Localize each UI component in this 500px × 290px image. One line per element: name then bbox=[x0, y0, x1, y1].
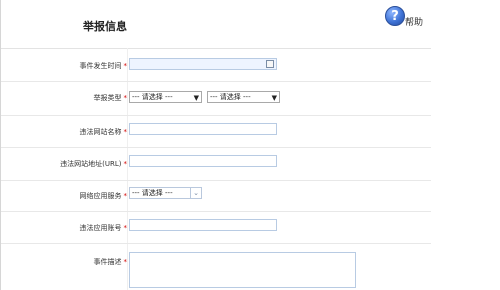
description-textarea[interactable] bbox=[129, 252, 356, 288]
site-name-label-text: 违法网站名称 bbox=[79, 128, 122, 136]
row-app-account: 违法应用账号 * bbox=[1, 211, 431, 244]
app-account-input[interactable] bbox=[129, 219, 277, 231]
dropdown-arrow-icon: ▼ bbox=[271, 94, 277, 102]
report-type-label: 举报类型 * bbox=[94, 93, 128, 103]
report-type-select-2[interactable]: --- 请选择 --- ▼ bbox=[207, 91, 280, 103]
required-asterisk: * bbox=[123, 192, 128, 200]
row-event-time: 事件发生时间 * bbox=[1, 48, 431, 82]
report-type-select-2-value: --- 请选择 --- bbox=[210, 93, 251, 101]
dropdown-arrow-icon: ▼ bbox=[193, 94, 199, 102]
report-type-select-1-value: --- 请选择 --- bbox=[132, 93, 173, 101]
help-circle-icon: ? bbox=[385, 6, 405, 26]
site-url-label-text: 违法网站地址(URL) bbox=[60, 160, 122, 168]
row-report-type: 举报类型 * --- 请选择 --- ▼ --- 请选择 --- ▼ bbox=[1, 81, 431, 116]
report-type-label-text: 举报类型 bbox=[93, 94, 122, 102]
required-asterisk: * bbox=[123, 258, 128, 266]
net-app-service-select[interactable]: --- 请选择 --- ⌄ bbox=[129, 187, 202, 199]
chevron-down-icon: ⌄ bbox=[190, 188, 201, 198]
required-asterisk: * bbox=[123, 62, 128, 70]
row-site-url: 违法网站地址(URL) * bbox=[1, 147, 431, 181]
event-time-label-text: 事件发生时间 bbox=[79, 62, 122, 70]
site-url-input[interactable] bbox=[129, 155, 277, 167]
calendar-icon[interactable] bbox=[266, 60, 274, 68]
app-account-label: 违法应用账号 * bbox=[80, 223, 128, 233]
app-account-label-text: 违法应用账号 bbox=[79, 224, 122, 232]
site-url-label: 违法网站地址(URL) * bbox=[60, 159, 127, 169]
site-name-input[interactable] bbox=[129, 123, 277, 135]
net-app-service-label-text: 网络应用服务 bbox=[79, 192, 122, 200]
row-site-name: 违法网站名称 * bbox=[1, 115, 431, 148]
required-asterisk: * bbox=[123, 128, 128, 136]
page-title: 举报信息 bbox=[83, 20, 127, 33]
header-row: 举报信息 ? 帮助 bbox=[1, 0, 431, 49]
row-net-app-service: 网络应用服务 * --- 请选择 --- ⌄ bbox=[1, 180, 431, 212]
net-app-service-label: 网络应用服务 * bbox=[80, 191, 128, 201]
event-time-label: 事件发生时间 * bbox=[80, 61, 128, 71]
report-info-panel: 举报信息 ? 帮助 事件发生时间 * 举报类型 * --- 请选择 --- ▼ --… bbox=[0, 0, 500, 290]
net-app-service-select-value: --- 请选择 --- bbox=[132, 189, 173, 197]
event-time-input[interactable] bbox=[129, 58, 277, 70]
description-label-text: 事件描述 bbox=[93, 258, 122, 266]
site-name-label: 违法网站名称 * bbox=[80, 127, 128, 137]
help-label: 帮助 bbox=[405, 18, 424, 28]
required-asterisk: * bbox=[123, 94, 128, 102]
required-asterisk: * bbox=[123, 160, 128, 168]
required-asterisk: * bbox=[123, 224, 128, 232]
help-button[interactable]: ? 帮助 bbox=[385, 6, 431, 32]
description-label: 事件描述 * bbox=[94, 257, 128, 267]
report-type-select-1[interactable]: --- 请选择 --- ▼ bbox=[129, 91, 202, 103]
